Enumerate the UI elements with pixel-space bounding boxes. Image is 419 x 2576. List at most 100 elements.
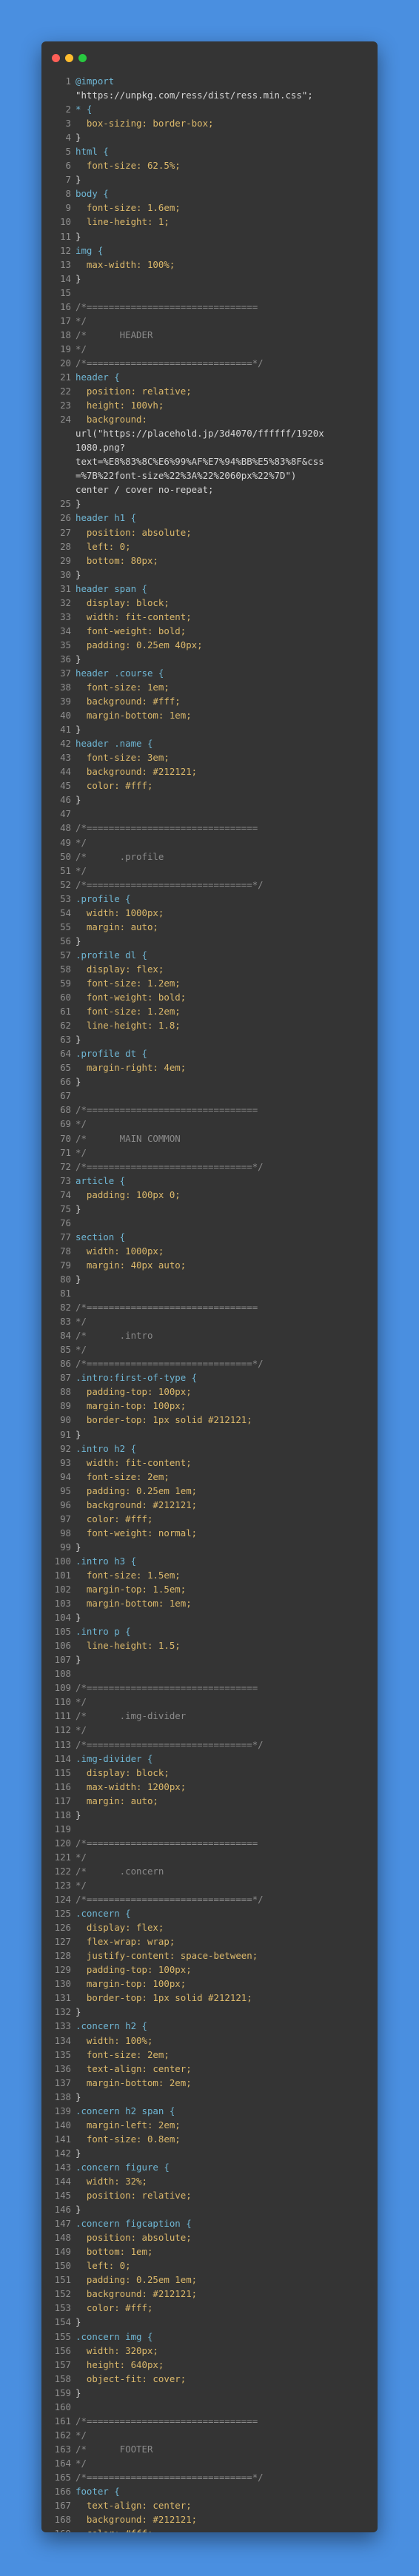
code-line: 1080.png? [41,440,378,454]
line-number: 32 [60,596,71,608]
code-text: /*=============================== [76,2415,258,2427]
code-text: .img-divider { [76,1752,153,1764]
line-number: 86 [60,1358,71,1370]
code-line: 93 width: fit-content; [41,1456,378,1470]
line-number: 153 [54,2302,71,2314]
code-line: 49 */ [41,835,378,850]
code-line: 169 color: #fff; [41,2526,378,2532]
code-text: } [76,1541,81,1553]
code-text: header .name { [76,738,153,750]
code-line: 83 */ [41,1314,378,1328]
line-number: 160 [54,2401,71,2412]
code-text: position: absolute; [76,526,192,538]
code-text: margin: 40px auto; [76,1259,187,1271]
line-number: 57 [60,949,71,961]
code-text: 1080.png? [76,442,126,454]
line-number: 148 [54,2232,71,2244]
line-number: 123 [54,1880,71,1891]
line-number: 4 [65,132,71,144]
code-text: background: #fff; [76,696,181,707]
line-number: 51 [60,864,71,876]
code-text: display: flex; [76,1922,164,1934]
code-line: 153 color: #fff; [41,2301,378,2315]
code-text: /* .intro [76,1330,153,1342]
code-line: 47 [41,807,378,821]
code-line: text=%E8%83%8C%E6%99%AF%E7%94%BB%E5%83%8… [41,454,378,468]
code-text: html { [76,146,109,158]
code-line: 133 .concern h2 { [41,2019,378,2033]
minimize-button[interactable] [65,54,73,62]
code-line: 126 display: flex; [41,1920,378,1934]
code-text: /*==============================*/ [76,2471,264,2483]
code-text: } [76,2387,81,2398]
line-number: 96 [60,1499,71,1510]
code-text: */ [76,1696,87,1708]
line-number: 45 [60,780,71,792]
code-text: } [76,794,81,806]
code-text: */ [76,1344,87,1356]
code-line: 20 /*==============================*/ [41,356,378,370]
line-number: 111 [54,1710,71,1722]
code-text: width: 32%; [76,2175,147,2187]
line-number: 50 [60,850,71,862]
line-number: 28 [60,540,71,552]
line-number: 95 [60,1484,71,1496]
code-text: /* .concern [76,1865,164,1877]
code-text: */ [76,864,87,876]
line-number: 154 [54,2316,71,2328]
code-window: 1 @import "https://unpkg.com/ress/dist/res… [41,41,378,2532]
line-number: 73 [60,1174,71,1186]
line-number: 113 [54,1738,71,1750]
code-text: color: #fff; [76,2526,153,2532]
code-text: } [76,174,81,186]
code-text: background: #212121; [76,1499,198,1510]
code-text: line-height: 1.5; [76,1640,181,1652]
line-number: 61 [60,1006,71,1018]
line-number: 63 [60,1034,71,1046]
line-number: 37 [60,667,71,679]
code-line: 148 position: absolute; [41,2230,378,2244]
code-line: 58 display: flex; [41,962,378,976]
code-text: font-size: 1em; [76,682,170,693]
line-number: 109 [54,1682,71,1694]
code-line: 30} [41,568,378,582]
code-text: margin-bottom: 1em; [76,710,192,722]
code-listing: 1 @import "https://unpkg.com/ress/dist/res… [41,74,378,2532]
line-number: 127 [54,1936,71,1948]
line-number: 38 [60,682,71,693]
code-text: width: 320px; [76,2344,158,2356]
line-number: 122 [54,1865,71,1877]
code-text: justify-content: space-between; [76,1950,258,1962]
line-number: 88 [60,1386,71,1398]
code-text: /* FOOTER [76,2443,153,2455]
code-line: 142} [41,2146,378,2160]
code-text: font-size: 1.5em; [76,1569,181,1581]
code-line: 33 width: fit-content; [41,610,378,624]
code-line: 127 flex-wrap: wrap; [41,1934,378,1948]
code-text: margin-top: 1.5em; [76,1584,187,1595]
code-text: /*==============================*/ [76,878,264,890]
code-text: */ [76,1851,87,1863]
code-line: 54 width: 1000px; [41,906,378,920]
code-text: section { [76,1231,126,1242]
code-text: line-height: 1; [76,216,170,228]
close-button[interactable] [52,54,60,62]
code-line: 101 font-size: 1.5em; [41,1568,378,1582]
code-line: 43 font-size: 3em; [41,750,378,764]
line-number: 151 [54,2274,71,2286]
code-line: 42 header .name { [41,736,378,750]
line-number: 56 [60,935,71,946]
line-number: 145 [54,2190,71,2202]
code-text: bottom: 80px; [76,554,158,566]
code-text: width: 100%; [76,2034,153,2046]
line-number: 105 [54,1626,71,1638]
line-number: 75 [60,1203,71,1214]
line-number: 1 [65,75,71,87]
line-number: 115 [54,1766,71,1778]
maximize-button[interactable] [78,54,87,62]
line-number: 36 [60,653,71,665]
line-number [41,468,76,482]
code-text: .concern figure { [76,2161,170,2173]
code-line: 158 object-fit: cover; [41,2372,378,2386]
code-line: 46} [41,793,378,807]
